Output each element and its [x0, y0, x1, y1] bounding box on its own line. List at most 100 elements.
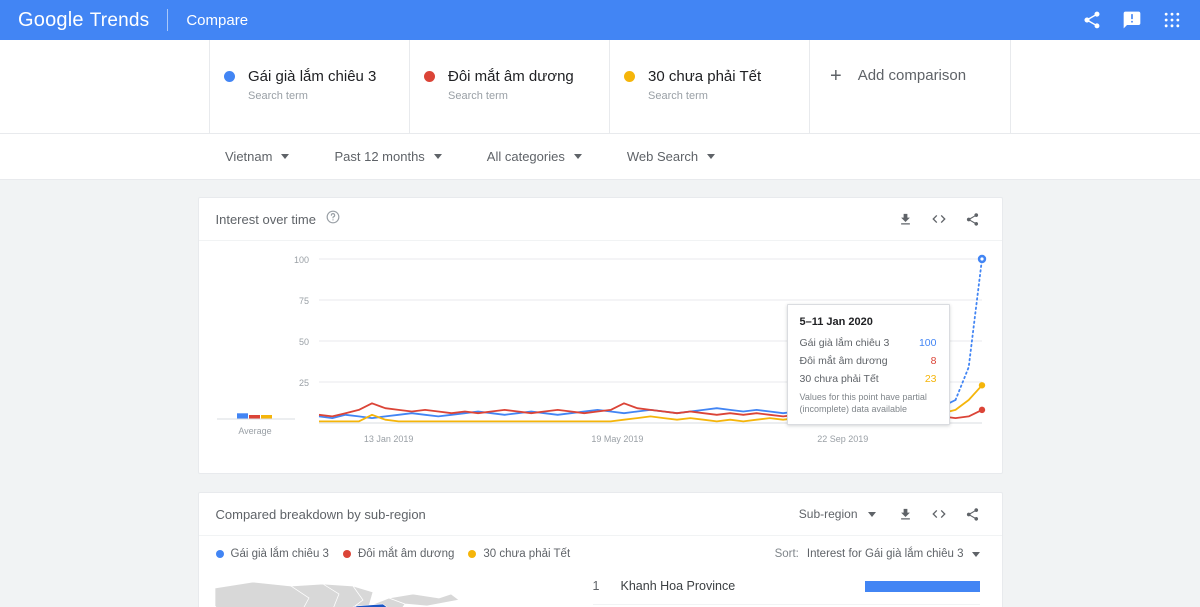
term-name-3: 30 chưa phải Tết	[648, 68, 762, 85]
filter-category[interactable]: All categories	[487, 149, 582, 164]
sort-selector[interactable]: Sort: Interest for Gái già lắm chiêu 3	[775, 548, 980, 560]
term-name-2: Đôi mắt âm dương	[448, 68, 574, 85]
share-icon[interactable]	[965, 212, 980, 227]
svg-text:25: 25	[298, 378, 308, 388]
legend-item-2: Đôi mắt âm dương	[342, 548, 455, 560]
tooltip-value-2: 8	[930, 355, 937, 367]
average-label: Average	[238, 426, 271, 436]
svg-text:75: 75	[298, 296, 308, 306]
filter-bar: Vietnam Past 12 months All categories We…	[0, 134, 1200, 180]
filter-time-range[interactable]: Past 12 months	[334, 149, 442, 164]
interest-over-time-chart[interactable]: 25 50 75 100 13 Jan 2019 19 May 2019 22 Sep 20…	[199, 241, 1002, 473]
tooltip-row-3: 30 chưa phải Tết 23	[800, 373, 937, 385]
sub-region-card: Compared breakdown by sub-region Sub-reg…	[197, 492, 1003, 607]
compare-title: Compare	[186, 11, 249, 29]
legend-dot-3	[468, 550, 477, 558]
sub-region-title: Compared breakdown by sub-region	[215, 506, 426, 522]
chevron-down-icon	[281, 154, 290, 159]
term-type-3: Search term	[648, 90, 708, 102]
chevron-down-icon	[971, 551, 980, 557]
sort-prefix: Sort:	[774, 548, 799, 560]
sub-region-selector-label: Sub-region	[798, 507, 858, 521]
plus-icon: +	[830, 65, 842, 87]
term-color-dot-2	[424, 71, 435, 82]
term-name-1: Gái già lắm chiêu 3	[248, 68, 377, 85]
brand-google: Google	[18, 8, 84, 31]
search-term-card-1[interactable]: Gái già lắm chiêu 3 Search term	[210, 40, 410, 133]
feedback-icon[interactable]	[1122, 10, 1142, 30]
svg-text:100: 100	[293, 255, 308, 265]
tooltip-row-1: Gái già lắm chiêu 3 100	[800, 337, 937, 349]
filter-category-label: All categories	[486, 149, 565, 164]
sub-region-body: 1 Khanh Hoa Province	[199, 568, 1002, 607]
region-bar-track	[864, 580, 980, 592]
tooltip-label-3: 30 chưa phải Tết	[799, 373, 879, 385]
filter-time-range-label: Past 12 months	[334, 149, 425, 164]
page-content: Interest over time 25 50 75 100 13 Jan 2019 1…	[0, 180, 1200, 607]
chevron-down-icon	[433, 154, 442, 159]
download-icon[interactable]	[898, 507, 913, 522]
filter-region-label: Vietnam	[225, 149, 273, 164]
search-terms-row: Gái già lắm chiêu 3 Search term Đôi mắt …	[0, 40, 1200, 134]
term-color-dot-3	[624, 71, 635, 82]
share-icon[interactable]	[965, 507, 980, 522]
region-name: Khanh Hoa Province	[620, 579, 736, 593]
vietnam-map-svg	[214, 581, 460, 607]
app-bar: Google Trends Compare	[0, 0, 1200, 40]
legend-dot-1	[215, 550, 224, 558]
region-bar	[864, 580, 980, 592]
tooltip-value-3: 23	[924, 373, 937, 385]
legend-label-3: 30 chưa phải Tết	[483, 548, 571, 560]
table-row[interactable]: 1 Khanh Hoa Province	[592, 568, 980, 605]
svg-text:19 May 2019: 19 May 2019	[591, 434, 643, 444]
region-map[interactable]	[213, 568, 593, 607]
sub-region-selector[interactable]: Sub-region	[799, 507, 876, 521]
google-trends-logo[interactable]: Google Trends	[18, 9, 149, 32]
tooltip-label-2: Đôi mắt âm dương	[799, 355, 888, 367]
term-color-dot-1	[224, 71, 235, 82]
legend-item-3: 30 chưa phải Tết	[468, 548, 570, 560]
search-term-card-2[interactable]: Đôi mắt âm dương Search term	[410, 40, 610, 133]
sub-region-legend-sort: Gái già lắm chiêu 3 Đôi mắt âm dương 30 …	[199, 536, 1002, 568]
search-term-card-3[interactable]: 30 chưa phải Tết Search term	[610, 40, 810, 133]
tooltip-label-1: Gái già lắm chiêu 3	[799, 337, 890, 349]
chart-tooltip: 5–11 Jan 2020 Gái già lắm chiêu 3 100 Đô…	[786, 304, 950, 425]
interest-over-time-card: Interest over time 25 50 75 100 13 Jan 2019 1…	[197, 197, 1003, 474]
appbar-divider	[167, 9, 169, 31]
chevron-down-icon	[707, 154, 716, 159]
legend-label-2: Đôi mắt âm dương	[357, 548, 455, 560]
brand-trends: Trends	[89, 9, 150, 31]
legend-label-1: Gái già lắm chiêu 3	[230, 548, 329, 560]
chevron-down-icon	[573, 154, 582, 159]
region-list: 1 Khanh Hoa Province	[592, 568, 1002, 607]
filter-region[interactable]: Vietnam	[225, 149, 290, 164]
region-rank: 1	[592, 579, 600, 593]
legend-dot-2	[342, 550, 351, 558]
interest-over-time-header: Interest over time	[198, 198, 1002, 241]
download-icon[interactable]	[898, 212, 913, 227]
share-icon[interactable]	[1082, 10, 1102, 30]
tooltip-row-2: Đôi mắt âm dương 8	[800, 355, 937, 367]
filter-search-type-label: Web Search	[626, 149, 699, 164]
help-circle-icon[interactable]	[326, 210, 340, 229]
embed-code-icon[interactable]	[931, 211, 947, 227]
tooltip-date: 5–11 Jan 2020	[799, 316, 873, 328]
add-comparison-button[interactable]: + Add comparison	[810, 40, 1011, 133]
chevron-down-icon	[867, 511, 876, 517]
terms-left-gutter	[0, 40, 210, 133]
legend-item-1: Gái già lắm chiêu 3	[215, 548, 329, 560]
svg-text:22 Sep 2019: 22 Sep 2019	[817, 434, 868, 444]
svg-text:13 Jan 2019: 13 Jan 2019	[363, 434, 413, 444]
apps-grid-icon[interactable]	[1162, 10, 1182, 30]
embed-code-icon[interactable]	[931, 506, 947, 522]
sub-region-header: Compared breakdown by sub-region Sub-reg…	[198, 493, 1002, 536]
term-type-2: Search term	[448, 90, 508, 102]
filter-search-type[interactable]: Web Search	[626, 149, 716, 164]
tooltip-note: Values for this point have partial (inco…	[799, 392, 927, 414]
svg-text:50: 50	[298, 337, 308, 347]
sort-value: Interest for Gái già lắm chiêu 3	[806, 548, 964, 560]
add-comparison-label: Add comparison	[857, 67, 967, 84]
sub-region-legend: Gái già lắm chiêu 3 Đôi mắt âm dương 30 …	[215, 548, 570, 560]
terms-right-gutter	[1011, 40, 1200, 133]
page-title: Interest over time	[215, 211, 316, 227]
